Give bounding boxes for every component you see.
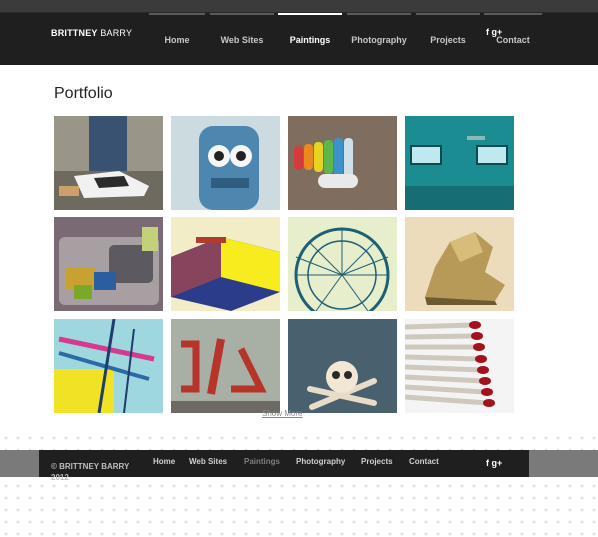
photo-icon	[171, 116, 280, 210]
brand-first-name: BRITTNEY	[51, 28, 98, 38]
photo-icon	[54, 217, 163, 311]
footer-social-icons[interactable]: f g+	[486, 458, 502, 468]
nav-home[interactable]: Home	[149, 13, 205, 65]
thumbnail-carnival-ride[interactable]	[54, 319, 163, 413]
site-brand[interactable]: BRITTNEY BARRY	[51, 28, 132, 38]
page-title: Portfolio	[54, 85, 113, 102]
thumbnail-sink[interactable]	[54, 217, 163, 311]
copyright-year: 2012	[51, 473, 69, 482]
photo-icon	[405, 319, 514, 413]
photo-icon	[171, 319, 280, 413]
thumbnail-robot[interactable]	[171, 116, 280, 210]
nav-web-sites[interactable]: Web Sites	[210, 13, 274, 65]
photo-icon	[405, 116, 514, 210]
copyright-text: © BRITTNEY BARRY	[51, 462, 130, 471]
nav-contact[interactable]: Contact	[484, 13, 542, 65]
main-content: Portfolio Show More	[0, 65, 598, 433]
footer-copyright: © BRITTNEY BARRY 2012	[51, 461, 129, 483]
photo-icon	[54, 116, 163, 210]
photo-icon	[288, 319, 397, 413]
footer-nav-projects[interactable]: Projects	[361, 457, 393, 466]
photo-icon	[54, 319, 163, 413]
footer-nav-contact[interactable]: Contact	[409, 457, 439, 466]
photo-icon	[405, 217, 514, 311]
nav-projects[interactable]: Projects	[416, 13, 480, 65]
thumbnail-matches[interactable]	[405, 319, 514, 413]
photo-icon	[171, 217, 280, 311]
thumbnail-airplane[interactable]	[171, 319, 280, 413]
footer-nav-home[interactable]: Home	[153, 457, 175, 466]
footer-nav-paintings[interactable]: Paintings	[244, 457, 280, 466]
thumbnail-ferris-wheel[interactable]	[288, 217, 397, 311]
brand-last-name: BARRY	[100, 28, 133, 38]
thumbnail-gold-boot[interactable]	[405, 217, 514, 311]
site-header: BRITTNEY BARRY Home Web Sites Paintings …	[0, 13, 598, 65]
social-icons[interactable]: f g+	[486, 27, 502, 37]
thumbnail-sneakers[interactable]	[54, 116, 163, 210]
thumbnail-skull[interactable]	[288, 319, 397, 413]
show-more-link[interactable]: Show More	[262, 409, 302, 418]
photo-icon	[288, 116, 397, 210]
nav-photography[interactable]: Photography	[347, 13, 411, 65]
thumbnail-crayons[interactable]	[288, 116, 397, 210]
footer-nav-web-sites[interactable]: Web Sites	[189, 457, 227, 466]
nav-paintings[interactable]: Paintings	[278, 13, 342, 65]
thumbnail-teal-wall[interactable]	[405, 116, 514, 210]
thumbnail-matchbox[interactable]	[171, 217, 280, 311]
photo-icon	[288, 217, 397, 311]
top-strip	[0, 0, 598, 13]
site-footer: © BRITTNEY BARRY 2012 Home Web Sites Pai…	[39, 450, 529, 482]
footer-nav-photography[interactable]: Photography	[296, 457, 345, 466]
